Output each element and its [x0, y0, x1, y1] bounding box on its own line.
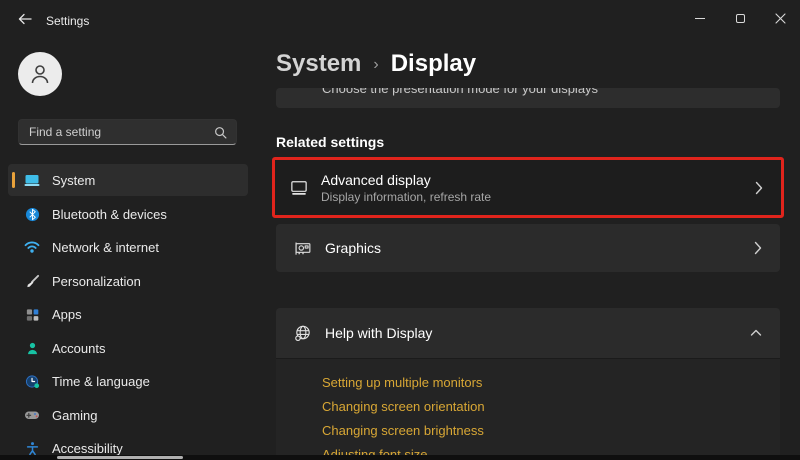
sidebar: System Bluetooth & devices Networ — [0, 40, 260, 460]
system-icon — [24, 172, 40, 188]
advanced-display-title: Advanced display — [321, 171, 431, 188]
accessibility-icon — [24, 440, 40, 456]
selected-indicator — [12, 172, 15, 188]
back-arrow-icon — [18, 12, 32, 26]
sidebar-item-time-language[interactable]: Time & language — [8, 365, 248, 397]
sidebar-item-label: Apps — [52, 306, 82, 322]
sidebar-item-accounts[interactable]: Accounts — [8, 332, 248, 364]
chevron-right-icon — [755, 181, 763, 195]
help-card: Help with Display Setting up multiple mo… — [276, 308, 780, 460]
sidebar-item-label: Network & internet — [52, 239, 159, 255]
help-link-multiple-monitors[interactable]: Setting up multiple monitors — [322, 375, 482, 391]
app-title: Settings — [46, 14, 90, 28]
sidebar-item-network[interactable]: Network & internet — [8, 231, 248, 263]
breadcrumb-separator-icon: › — [373, 56, 379, 73]
avatar[interactable] — [18, 52, 62, 96]
section-heading: Related settings — [276, 134, 385, 150]
time-language-icon — [24, 373, 40, 389]
sidebar-item-label: Gaming — [52, 407, 98, 423]
sidebar-item-label: Accessibility — [52, 440, 123, 456]
graphics-card[interactable]: Graphics — [276, 224, 780, 272]
help-header[interactable]: Help with Display — [276, 308, 780, 358]
chevron-up-icon — [750, 329, 762, 337]
close-button[interactable] — [760, 0, 800, 36]
sidebar-item-label: Time & language — [52, 373, 150, 389]
sidebar-item-system[interactable]: System — [8, 164, 248, 196]
personalization-icon — [24, 273, 40, 289]
minimize-button[interactable] — [680, 0, 720, 36]
help-text: Help with Display — [325, 325, 750, 341]
advanced-display-text: Advanced display Display information, re… — [321, 172, 755, 204]
accounts-icon — [24, 340, 40, 356]
help-title: Help with Display — [325, 325, 433, 341]
help-link-screen-brightness[interactable]: Changing screen brightness — [322, 423, 484, 439]
minimize-icon — [695, 17, 705, 19]
clipped-setting-label: Choose the presentation mode for your di… — [322, 88, 599, 96]
graphics-text: Graphics — [325, 240, 754, 256]
network-icon — [24, 239, 40, 255]
main-content: System › Display Choose the presentation… — [272, 40, 784, 460]
sidebar-item-label: System — [52, 172, 96, 188]
search-input[interactable] — [19, 125, 214, 139]
graphics-title: Graphics — [325, 240, 382, 256]
advanced-display-card[interactable]: Advanced display Display information, re… — [272, 157, 784, 218]
maximize-icon — [735, 13, 745, 23]
maximize-button[interactable] — [720, 0, 760, 36]
page-title: Display — [390, 50, 477, 77]
sidebar-item-bluetooth[interactable]: Bluetooth & devices — [8, 198, 248, 230]
globe-search-icon — [293, 323, 313, 343]
chevron-right-icon — [754, 241, 762, 255]
breadcrumb-system[interactable]: System — [276, 50, 361, 78]
search-icon — [214, 126, 227, 139]
person-icon — [27, 61, 53, 87]
breadcrumb: System › Display — [276, 50, 476, 78]
back-button[interactable] — [10, 5, 40, 33]
advanced-display-subtitle: Display information, refresh rate — [321, 189, 492, 204]
bluetooth-icon — [24, 206, 40, 222]
titlebar: Settings — [0, 0, 800, 40]
window-edge-highlight — [57, 456, 183, 459]
apps-icon — [24, 306, 40, 322]
sidebar-item-label: Accounts — [52, 340, 106, 356]
sidebar-item-personalization[interactable]: Personalization — [8, 265, 248, 297]
window-controls — [680, 0, 800, 36]
close-icon — [774, 12, 786, 24]
sidebar-item-gaming[interactable]: Gaming — [8, 399, 248, 431]
monitor-icon — [289, 178, 309, 198]
sidebar-item-label: Bluetooth & devices — [52, 206, 167, 222]
search-box — [18, 119, 237, 145]
sidebar-item-label: Personalization — [52, 273, 141, 289]
help-link-screen-orientation[interactable]: Changing screen orientation — [322, 399, 485, 415]
sidebar-item-apps[interactable]: Apps — [8, 298, 248, 330]
clipped-setting-card[interactable]: Choose the presentation mode for your di… — [276, 88, 780, 108]
help-links: Setting up multiple monitors Changing sc… — [276, 358, 780, 460]
gpu-icon — [293, 238, 313, 258]
gaming-icon — [24, 407, 40, 423]
